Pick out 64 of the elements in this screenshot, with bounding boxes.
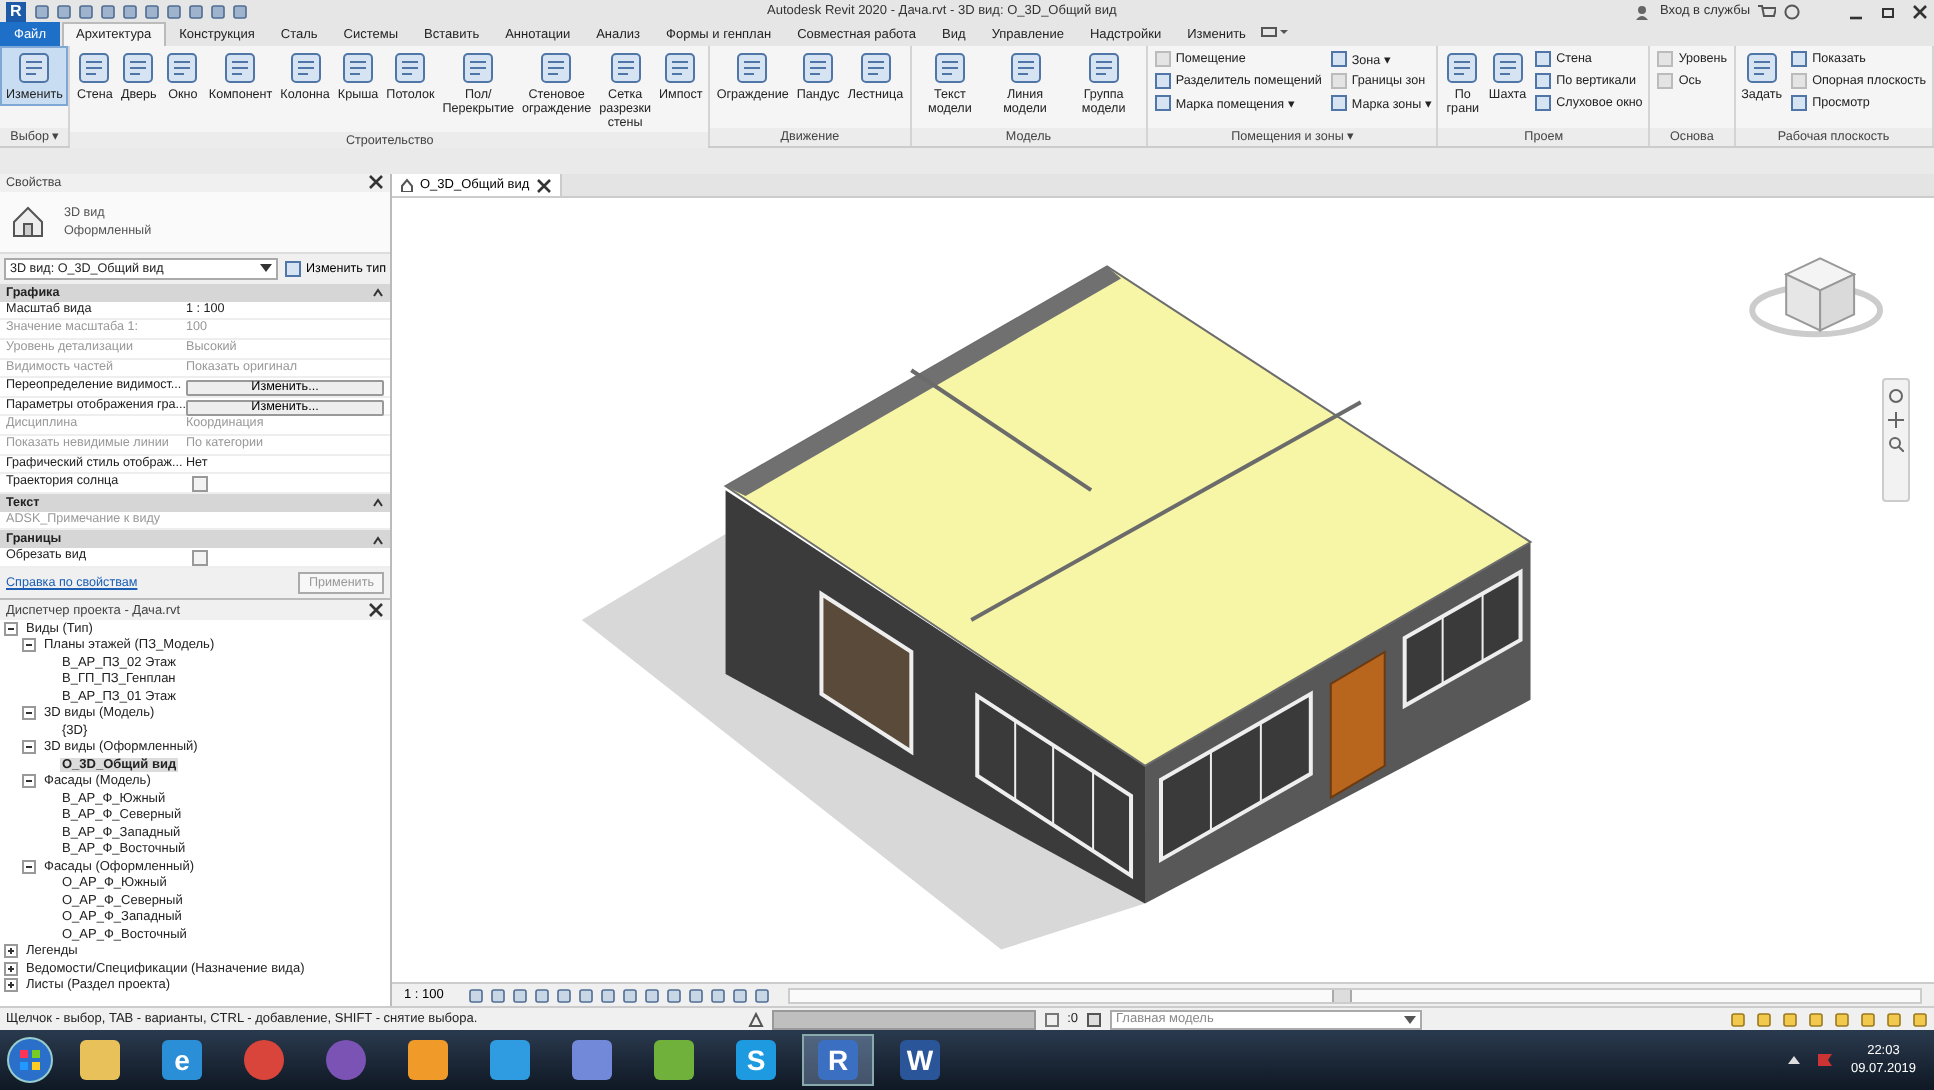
user-icon	[1636, 3, 1653, 19]
close-icon[interactable]	[1912, 3, 1928, 19]
steering-wheel-icon[interactable]	[1888, 388, 1904, 404]
tool-icon	[1007, 50, 1044, 86]
tool-icon	[1444, 50, 1481, 86]
tree-toggle-icon[interactable]	[4, 978, 18, 993]
tool-icon	[76, 50, 113, 86]
tool-icon	[164, 50, 201, 86]
flag-icon[interactable]	[1816, 1051, 1835, 1069]
collapse-icon[interactable]	[372, 286, 384, 299]
tool-icon	[120, 50, 157, 86]
checkbox[interactable]	[192, 550, 208, 567]
tool-icon	[800, 50, 837, 86]
navigation-bar[interactable]	[1882, 378, 1910, 502]
tree-toggle-icon[interactable]	[22, 638, 36, 653]
house-icon	[8, 201, 48, 242]
panel-toggle-icon[interactable]	[1259, 22, 1288, 42]
start-button[interactable]	[6, 1036, 54, 1084]
tool-icon	[460, 50, 497, 86]
tree-toggle-icon[interactable]	[22, 740, 36, 755]
app-logo[interactable]: R	[6, 1, 26, 21]
tool-icon	[607, 50, 644, 86]
horizontal-scrollbar[interactable]	[787, 987, 1922, 1003]
tree-toggle-icon[interactable]	[4, 961, 18, 976]
filter-icon[interactable]	[1043, 1011, 1060, 1027]
tool-icon	[538, 50, 575, 86]
tree-toggle-icon[interactable]	[4, 621, 18, 636]
tool-icon	[340, 50, 377, 86]
close-icon[interactable]	[368, 174, 384, 191]
tool-icon	[287, 50, 324, 86]
pan-icon[interactable]	[1888, 412, 1904, 428]
close-icon[interactable]	[368, 602, 384, 618]
tray-arrow-icon[interactable]	[1788, 1054, 1801, 1066]
tab-close-icon[interactable]	[535, 177, 552, 193]
view-cube-icon[interactable]	[1749, 257, 1884, 338]
tree-toggle-icon[interactable]	[22, 859, 36, 874]
tool-icon	[662, 50, 699, 86]
tree-toggle-icon[interactable]	[22, 774, 36, 789]
tool-icon	[1489, 50, 1526, 86]
maximize-icon[interactable]	[1880, 3, 1896, 19]
help-icon[interactable]	[1784, 3, 1800, 19]
tree-toggle-icon[interactable]	[4, 944, 18, 959]
house-icon	[400, 178, 414, 192]
tool-icon	[1743, 50, 1780, 86]
tool-icon	[931, 50, 968, 86]
tree-toggle-icon[interactable]	[22, 706, 36, 721]
tool-icon	[392, 50, 429, 86]
tool-icon	[222, 50, 259, 86]
design-options-icon[interactable]	[1086, 1011, 1102, 1027]
tool-icon	[857, 50, 894, 86]
taskbar-app[interactable]: W	[884, 1034, 956, 1086]
checkbox[interactable]	[192, 476, 208, 493]
collapse-icon[interactable]	[372, 496, 384, 509]
tool-icon	[1085, 50, 1122, 86]
taskbar-app[interactable]: R	[802, 1034, 874, 1086]
zoom-icon[interactable]	[1888, 436, 1904, 452]
tool-icon	[16, 50, 53, 86]
edit-type-icon	[284, 259, 303, 278]
caret-icon	[260, 264, 273, 273]
caret-icon	[1404, 1015, 1416, 1023]
worksets-icon[interactable]	[747, 1011, 764, 1027]
cart-icon[interactable]	[1758, 3, 1776, 19]
collapse-icon[interactable]	[372, 533, 384, 546]
tool-icon	[734, 50, 771, 86]
